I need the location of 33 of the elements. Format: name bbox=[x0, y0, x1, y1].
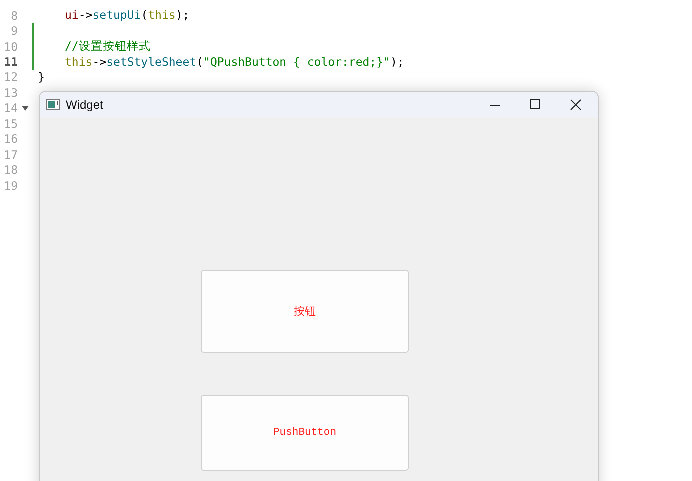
code-token: ( bbox=[141, 8, 148, 22]
code-token: setupUi bbox=[92, 8, 142, 22]
code-token: ui bbox=[65, 8, 79, 22]
window-title: Widget bbox=[66, 98, 104, 112]
line-number: 15 bbox=[3, 116, 18, 131]
line-number: 16 bbox=[3, 132, 18, 146]
push-button[interactable]: 按钮 bbox=[201, 270, 409, 353]
code-token: //设置按钮样式 bbox=[65, 39, 151, 54]
code-token: ); bbox=[390, 54, 404, 69]
line-number: 12 bbox=[3, 70, 18, 84]
code-token: this bbox=[65, 54, 93, 69]
code-token: "QPushButton { color:red;}" bbox=[204, 54, 390, 69]
line-number: 8 bbox=[10, 8, 18, 23]
line-number: 14 bbox=[3, 101, 18, 116]
maximize-icon[interactable] bbox=[530, 99, 541, 110]
close-icon[interactable] bbox=[570, 98, 582, 110]
code-token: ); bbox=[176, 8, 190, 22]
code-token: -> bbox=[78, 8, 93, 22]
line-number: 19 bbox=[3, 178, 18, 193]
line-number: 10 bbox=[3, 40, 18, 54]
line-number: 13 bbox=[3, 86, 18, 100]
code-token: } bbox=[38, 70, 45, 84]
code-token: this bbox=[148, 8, 176, 22]
code-token: -> bbox=[92, 54, 107, 69]
window-icon bbox=[46, 99, 60, 110]
line-number: 9 bbox=[10, 24, 18, 38]
fold-arrow-icon[interactable] bbox=[22, 106, 28, 111]
line-number: 18 bbox=[3, 163, 18, 178]
line-number: 17 bbox=[3, 148, 18, 162]
code-token: setStyleSheet bbox=[106, 54, 197, 69]
push-button[interactable]: PushButton bbox=[201, 395, 409, 471]
line-number: 11 bbox=[3, 55, 18, 70]
code-token: ( bbox=[196, 54, 204, 69]
